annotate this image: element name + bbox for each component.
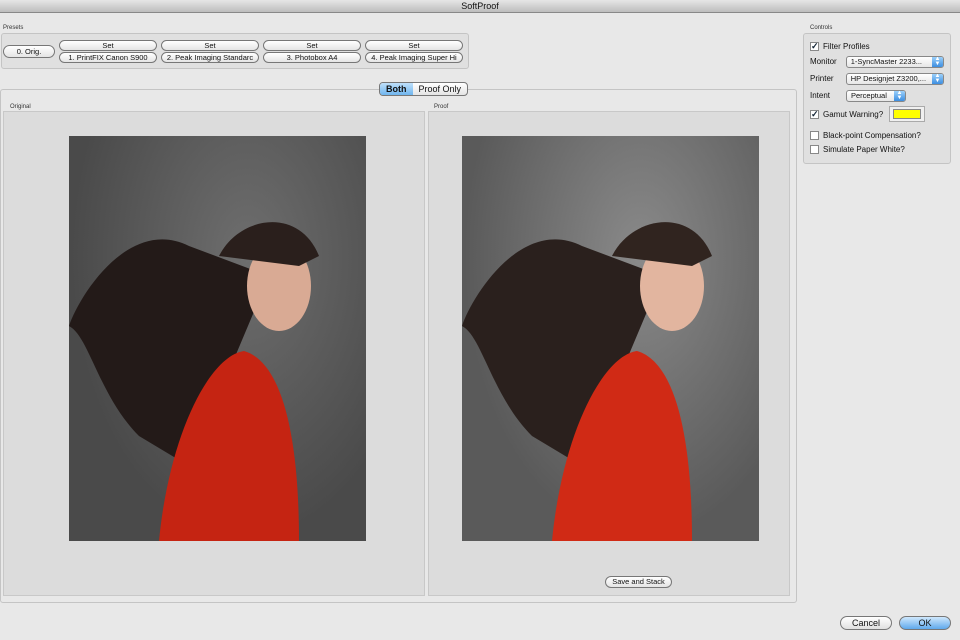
portrait-illustration [462,222,712,541]
save-and-stack-button[interactable]: Save and Stack [605,576,672,588]
preset-set-button[interactable]: Set [263,40,361,51]
preset-original-button[interactable]: 0. Orig. [3,45,55,58]
gamut-warning-label: Gamut Warning? [823,109,884,119]
gamut-warning-checkbox[interactable]: ✓ [810,109,819,119]
chevron-updown-icon: ▲ ▼ [894,90,905,101]
original-label: Original [10,104,31,110]
printer-select[interactable]: HP Designjet Z3200,... ▲ ▼ [845,72,944,85]
gamut-color-swatch [893,109,921,119]
chevron-updown-icon: ▲ ▼ [932,73,943,84]
presets-label: Presets [3,25,24,31]
proof-label: Proof [434,104,449,110]
preset-apply-button[interactable]: 3. Photobox A4 [263,52,361,63]
monitor-label: Monitor [810,57,837,66]
ok-button[interactable]: OK [899,616,951,630]
preset-apply-button[interactable]: 1. PrintFIX Canon S900 [59,52,157,63]
cancel-button[interactable]: Cancel [840,616,892,630]
intent-label: Intent [810,91,831,100]
checkmark-icon: ✓ [810,40,819,51]
controls-group: ✓ Filter Profiles Monitor 1-SyncMaster 223… [803,33,951,164]
intent-select[interactable]: Perceptual ▲ ▼ [846,89,906,102]
title-bar: SoftProof [0,0,960,13]
view-proof-only-option[interactable]: Proof Only [413,83,468,95]
view-both-option[interactable]: Both [380,83,413,95]
preset-apply-button[interactable]: 2. Peak Imaging Standarc [161,52,259,63]
paper-white-label: Simulate Paper White? [823,144,905,154]
portrait-illustration [69,222,319,541]
printer-value: HP Designjet Z3200,... [850,73,927,83]
proof-image [462,136,759,541]
filter-profiles-checkbox[interactable]: ✓ Filter Profiles [810,39,944,53]
monitor-value: 1-SyncMaster 2233... [850,56,923,66]
preset-set-button[interactable]: Set [365,40,463,51]
presets-group [1,33,469,69]
black-point-label: Black-point Compensation? [823,130,921,140]
preset-set-button[interactable]: Set [59,40,157,51]
preset-set-button[interactable]: Set [161,40,259,51]
intent-value: Perceptual [851,90,887,100]
view-mode-toggle[interactable]: Both Proof Only [379,82,469,96]
preset-apply-button[interactable]: 4. Peak Imaging Super Hi [365,52,463,63]
black-point-checkbox[interactable] [810,130,819,140]
filter-profiles-label: Filter Profiles [823,41,870,51]
paper-white-checkbox[interactable] [810,144,819,154]
gamut-color-well[interactable] [889,106,925,122]
controls-label: Controls [810,25,833,31]
chevron-updown-icon: ▲ ▼ [932,56,943,67]
monitor-select[interactable]: 1-SyncMaster 2233... ▲ ▼ [845,55,944,68]
printer-label: Printer [810,74,834,83]
original-image [69,136,366,541]
